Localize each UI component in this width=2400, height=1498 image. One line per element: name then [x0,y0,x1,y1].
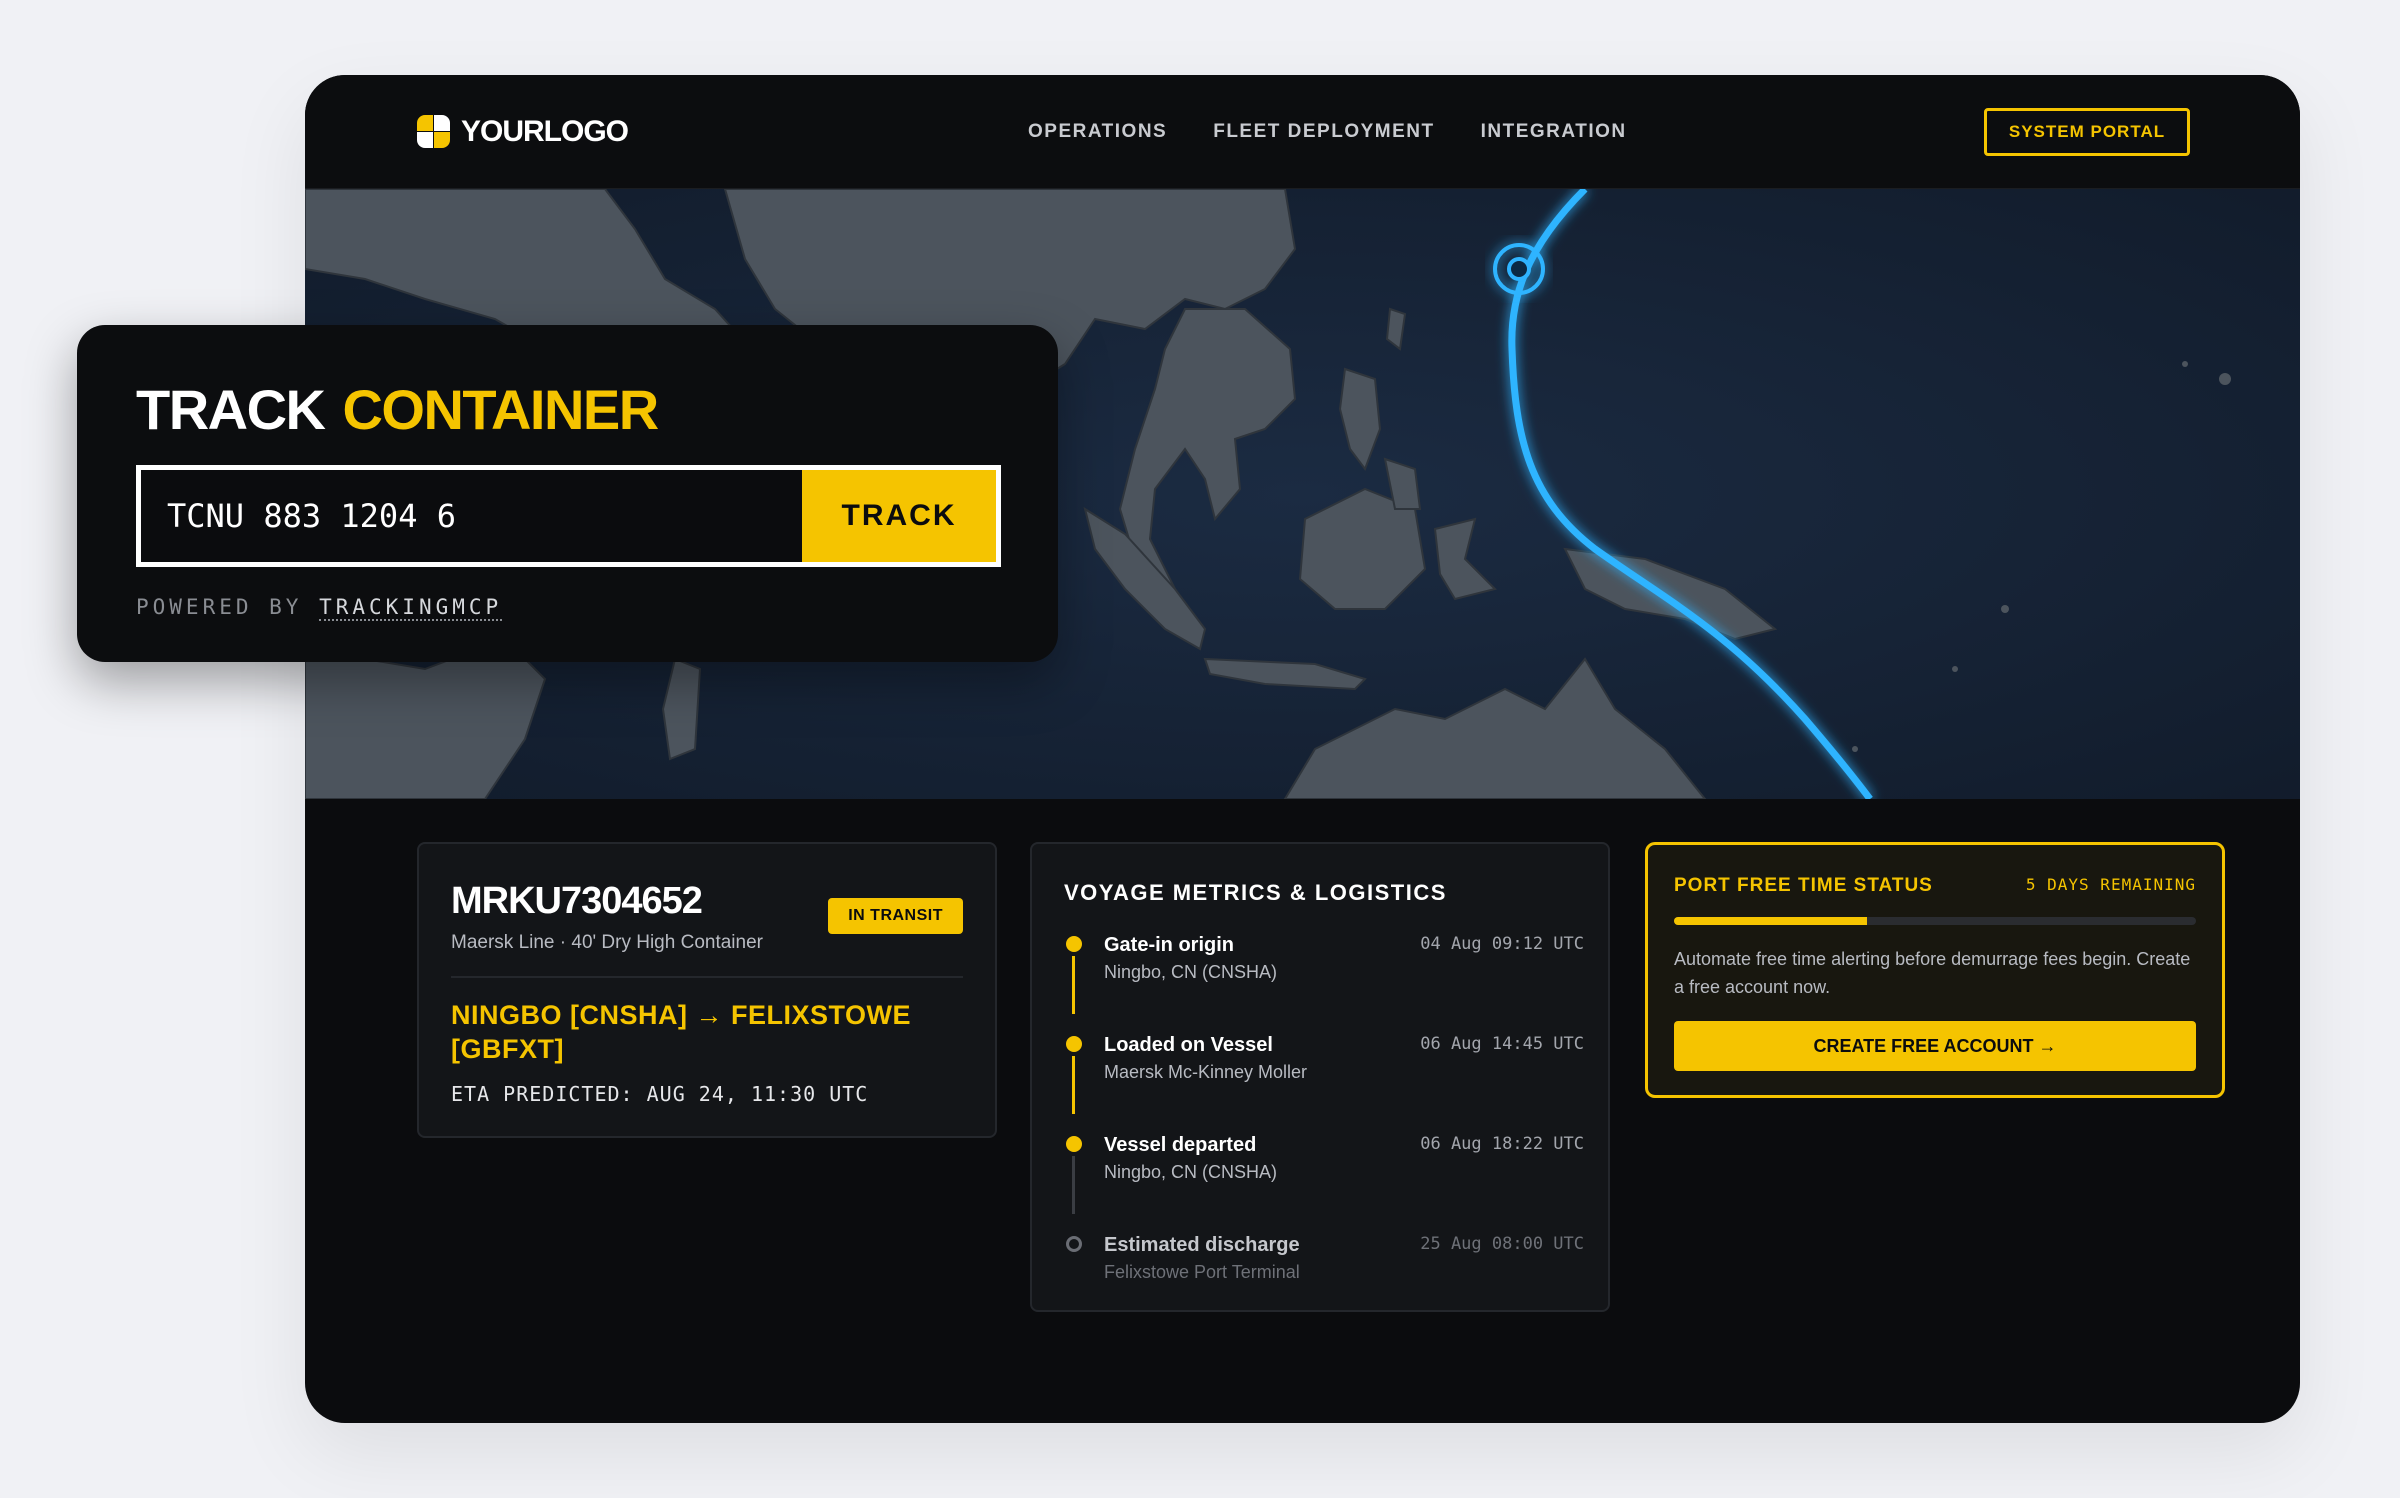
track-title: TRACK CONTAINER [136,377,659,442]
container-id: MRKU7304652 [451,880,703,922]
event-title: Loaded on Vessel [1104,1034,1273,1056]
event-time: 06 Aug 14:45 UTC [1420,1034,1584,1054]
event-time: 25 Aug 08:00 UTC [1420,1234,1584,1254]
event-title: Vessel departed [1104,1134,1257,1156]
timeline-event: Vessel departed Ningbo, CN (CNSHA) 06 Au… [1064,1128,1584,1228]
timeline-dot-icon [1066,936,1082,952]
eta-label: ETA PREDICTED: AUG 24, 11:30 UTC [451,1082,869,1106]
free-time-progress-fill [1674,917,1868,925]
nav-links: OPERATIONS FLEET DEPLOYMENT INTEGRATION [1028,121,1627,143]
track-button[interactable]: TRACK [802,470,996,562]
logo-text: YOURLOGO [461,115,629,148]
status-badge: IN TRANSIT [828,898,963,934]
timeline-connector [1072,1156,1075,1214]
event-location: Ningbo, CN (CNSHA) [1104,962,1278,982]
container-summary-card: MRKU7304652 Maersk Line · 40' Dry High C… [417,842,997,1138]
timeline-connector [1072,956,1075,1014]
timeline-event: Loaded on Vessel Maersk Mc-Kinney Moller… [1064,1028,1584,1128]
nav-link-integration[interactable]: INTEGRATION [1481,121,1627,143]
container-subtitle: Maersk Line · 40' Dry High Container [451,932,763,953]
days-remaining: 5 DAYS REMAINING [2025,875,2196,894]
track-title-white: TRACK [136,378,326,441]
track-title-yellow: CONTAINER [342,378,659,441]
app-window: YOURLOGO OPERATIONS FLEET DEPLOYMENT INT… [305,75,2300,1423]
nav-link-operations[interactable]: OPERATIONS [1028,121,1167,143]
free-time-status-card: PORT FREE TIME STATUS 5 DAYS REMAINING A… [1645,842,2225,1098]
logo-icon [417,115,451,149]
event-time: 04 Aug 09:12 UTC [1420,934,1584,954]
container-number-input[interactable] [141,470,802,562]
divider [451,976,963,978]
event-location: Ningbo, CN (CNSHA) [1104,1162,1278,1182]
free-time-progress-bar [1674,917,2196,925]
timeline-connector [1072,1056,1075,1114]
voyage-metrics-card: VOYAGE METRICS & LOGISTICS Gate-in origi… [1030,842,1610,1312]
voyage-title: VOYAGE METRICS & LOGISTICS [1064,880,1447,905]
logo[interactable]: YOURLOGO [417,115,629,149]
free-time-title: PORT FREE TIME STATUS [1674,875,1933,896]
track-container-panel: TRACK CONTAINER TRACK POWERED BY TRACKING… [77,325,1058,662]
event-title: Gate-in origin [1104,934,1234,956]
event-time: 06 Aug 18:22 UTC [1420,1134,1584,1154]
timeline-event: Gate-in origin Ningbo, CN (CNSHA) 04 Aug… [1064,928,1584,1028]
powered-by: POWERED BY TRACKINGMCP [136,595,503,621]
free-time-description: Automate free time alerting before demur… [1674,949,2191,997]
track-search-bar: TRACK [136,465,1001,567]
top-nav: YOURLOGO OPERATIONS FLEET DEPLOYMENT INT… [305,75,2300,189]
event-title: Estimated discharge [1104,1234,1300,1256]
route-label: NINGBO [CNSHA] → FELIXSTOWE [GBFXT] [451,1000,912,1064]
powered-by-label: POWERED BY [136,595,303,619]
trackingmcp-link[interactable]: TRACKINGMCP [319,595,503,621]
system-portal-button[interactable]: SYSTEM PORTAL [1984,108,2190,156]
create-free-account-button[interactable]: CREATE FREE ACCOUNT → [1674,1021,2196,1071]
timeline-pending-dot-icon [1066,1236,1082,1252]
timeline-dot-icon [1066,1136,1082,1152]
event-location: Maersk Mc-Kinney Moller [1104,1062,1308,1082]
timeline-event: Estimated discharge Felixstowe Port Term… [1064,1228,1584,1328]
nav-link-fleet-deployment[interactable]: FLEET DEPLOYMENT [1213,121,1434,143]
timeline-dot-icon [1066,1036,1082,1052]
event-location: Felixstowe Port Terminal [1104,1262,1300,1282]
